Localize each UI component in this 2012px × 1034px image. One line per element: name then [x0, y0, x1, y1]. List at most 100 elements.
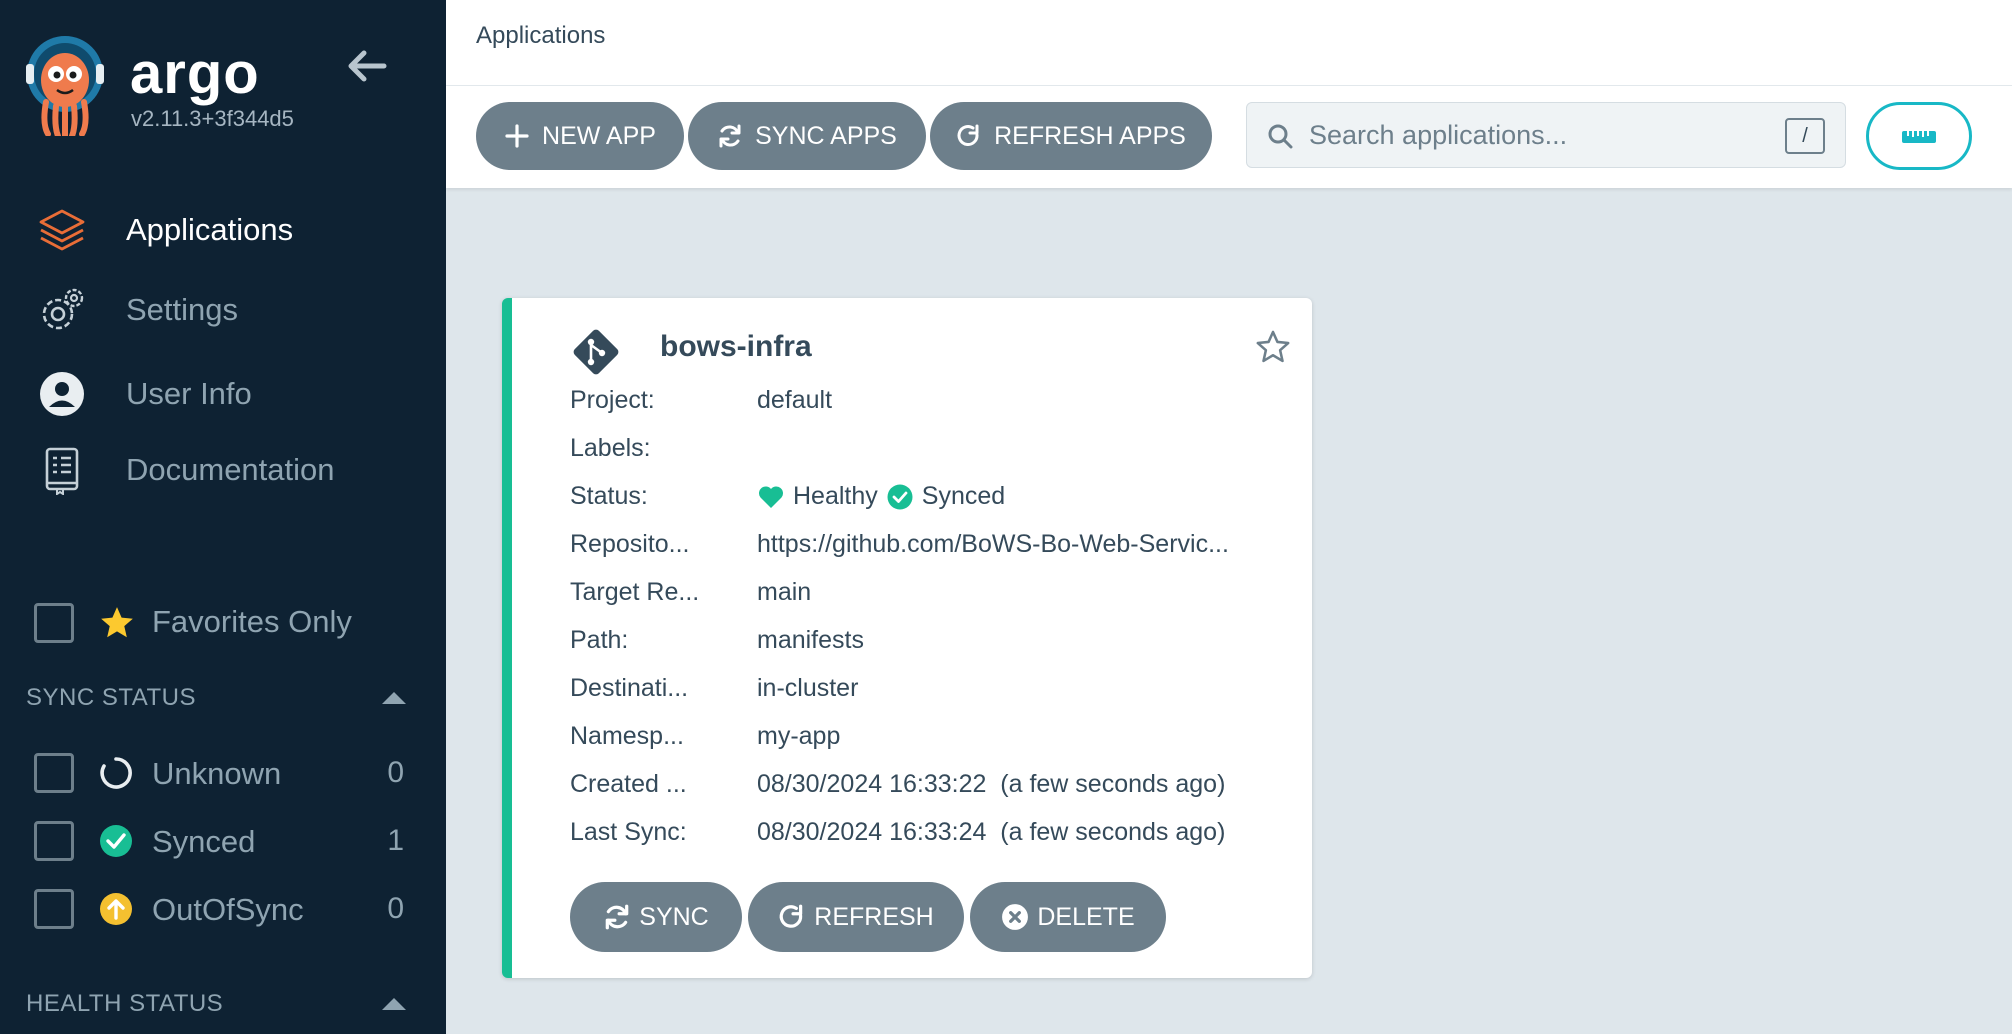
- top-bar: Applications: [446, 0, 2012, 86]
- search-box: /: [1246, 102, 1846, 168]
- field-key: Reposito...: [570, 530, 690, 558]
- sync-icon: [719, 124, 741, 148]
- app-field-project: Project: default: [570, 380, 1310, 420]
- refresh-button-label: REFRESH: [814, 902, 934, 931]
- status-value: Healthy Synced: [757, 482, 1005, 511]
- app-field-created: Created ... 08/30/2024 16:33:22 (a few s…: [570, 764, 1310, 804]
- sync-filter-count: 0: [387, 756, 404, 789]
- redo-icon: [957, 124, 979, 146]
- field-key: Created ...: [570, 770, 687, 798]
- field-value: main: [757, 578, 812, 606]
- search-shortcut-key: /: [1785, 118, 1825, 154]
- arrow-up-circle-icon: [100, 893, 132, 925]
- field-value: 08/30/2024 16:33:22 (a few seconds ago): [757, 770, 1226, 798]
- star-icon: [101, 607, 133, 638]
- sync-status-header: SYNC STATUS: [26, 684, 196, 711]
- toolbar: NEW APP SYNC APPS REFRESH APPS /: [446, 86, 2012, 188]
- search-input[interactable]: [1309, 103, 1769, 167]
- field-key: Last Sync:: [570, 818, 687, 846]
- book-icon: [45, 447, 79, 495]
- sync-filter-count: 1: [387, 824, 404, 857]
- app-field-path: Path: manifests: [570, 620, 1310, 660]
- gears-icon: [42, 288, 84, 330]
- sync-icon: [605, 904, 629, 930]
- app-field-destination: Destinati... in-cluster: [570, 668, 1310, 708]
- field-value: in-cluster: [757, 674, 859, 702]
- sync-filter-label: Synced: [152, 824, 256, 859]
- check-circle-icon: [100, 825, 132, 857]
- app-field-namespace: Namesp... my-app: [570, 716, 1310, 756]
- argo-logo: [26, 36, 104, 136]
- redo-icon: [779, 904, 803, 928]
- new-app-label: NEW APP: [542, 121, 656, 150]
- sync-button-label: SYNC: [639, 902, 709, 931]
- sidebar-item-applications[interactable]: Applications: [36, 200, 293, 260]
- field-value: manifests: [757, 626, 864, 654]
- sidebar-item-label: Applications: [126, 212, 294, 247]
- page-title: Applications: [476, 22, 606, 49]
- delete-button-label: DELETE: [1037, 902, 1135, 931]
- circle-notch-icon: [100, 757, 132, 789]
- app-field-status: Status: Healthy Synced: [570, 476, 1310, 516]
- brand-name: argo: [130, 41, 260, 106]
- sidebar: argo v2.11.3+3f344d5 Applications Settin…: [0, 0, 446, 1034]
- refresh-button[interactable]: REFRESH: [748, 882, 964, 952]
- sidebar-item-label: Settings: [126, 292, 239, 327]
- app-field-target-revision: Target Re... main: [570, 572, 1310, 612]
- refresh-apps-label: REFRESH APPS: [994, 121, 1186, 150]
- plus-icon: [505, 124, 529, 148]
- version-label: v2.11.3+3f344d5: [131, 106, 294, 131]
- sidebar-item-documentation[interactable]: Documentation: [36, 440, 335, 500]
- field-value: my-app: [757, 722, 841, 750]
- caret-up-icon[interactable]: [380, 996, 408, 1012]
- sync-filter-count: 0: [387, 892, 404, 925]
- sync-filter-label: OutOfSync: [152, 892, 304, 927]
- field-key: Namesp...: [570, 722, 684, 750]
- field-value: 08/30/2024 16:33:24 (a few seconds ago): [757, 818, 1226, 846]
- sync-filter-outofsync: OutOfSync 0: [34, 886, 404, 932]
- user-circle-icon: [40, 372, 84, 416]
- collapse-sidebar-arrow-icon[interactable]: [344, 44, 388, 88]
- field-key: Labels:: [570, 434, 651, 462]
- sync-status-text: Synced: [921, 482, 1006, 510]
- git-icon: [573, 329, 619, 375]
- sync-outofsync-checkbox[interactable]: [34, 889, 74, 929]
- sync-synced-checkbox[interactable]: [34, 821, 74, 861]
- sidebar-item-settings[interactable]: Settings: [36, 280, 238, 340]
- app-field-labels: Labels:: [570, 428, 1310, 468]
- favorites-only-filter: Favorites Only: [34, 600, 352, 646]
- field-value: default: [757, 386, 833, 414]
- refresh-apps-button[interactable]: REFRESH APPS: [930, 102, 1212, 170]
- ruler-icon: [1902, 131, 1936, 143]
- application-card[interactable]: bows-infra Project: default Labels: Stat…: [502, 298, 1312, 978]
- search-icon: [1268, 124, 1293, 149]
- sync-filter-synced: Synced 1: [34, 818, 404, 864]
- sync-apps-label: SYNC APPS: [755, 121, 897, 150]
- app-field-last-sync: Last Sync: 08/30/2024 16:33:24 (a few se…: [570, 812, 1310, 852]
- sync-apps-button[interactable]: SYNC APPS: [688, 102, 926, 170]
- sync-filter-unknown: Unknown 0: [34, 750, 404, 796]
- field-key: Target Re...: [570, 578, 700, 606]
- sync-unknown-checkbox[interactable]: [34, 753, 74, 793]
- heart-icon: [758, 485, 784, 508]
- times-circle-icon: [1002, 904, 1029, 930]
- sidebar-item-label: Documentation: [126, 452, 335, 487]
- favorites-only-checkbox[interactable]: [34, 603, 74, 643]
- field-key: Project:: [570, 386, 655, 414]
- health-status-header: HEALTH STATUS: [26, 990, 224, 1017]
- sync-filter-label: Unknown: [152, 756, 282, 791]
- sidebar-item-label: User Info: [126, 376, 252, 411]
- sync-button[interactable]: SYNC: [570, 882, 742, 952]
- caret-up-icon[interactable]: [380, 690, 408, 706]
- delete-button[interactable]: DELETE: [970, 882, 1166, 952]
- layers-icon: [39, 209, 85, 251]
- app-name[interactable]: bows-infra: [660, 330, 812, 364]
- new-app-button[interactable]: NEW APP: [476, 102, 684, 170]
- favorite-star-icon[interactable]: [1254, 328, 1292, 366]
- field-key: Status:: [570, 482, 648, 510]
- health-status-text: Healthy: [793, 482, 878, 510]
- view-toggle-button[interactable]: [1866, 102, 1972, 170]
- sidebar-item-user-info[interactable]: User Info: [36, 364, 252, 424]
- check-circle-icon: [887, 484, 913, 509]
- field-key: Destinati...: [570, 674, 689, 702]
